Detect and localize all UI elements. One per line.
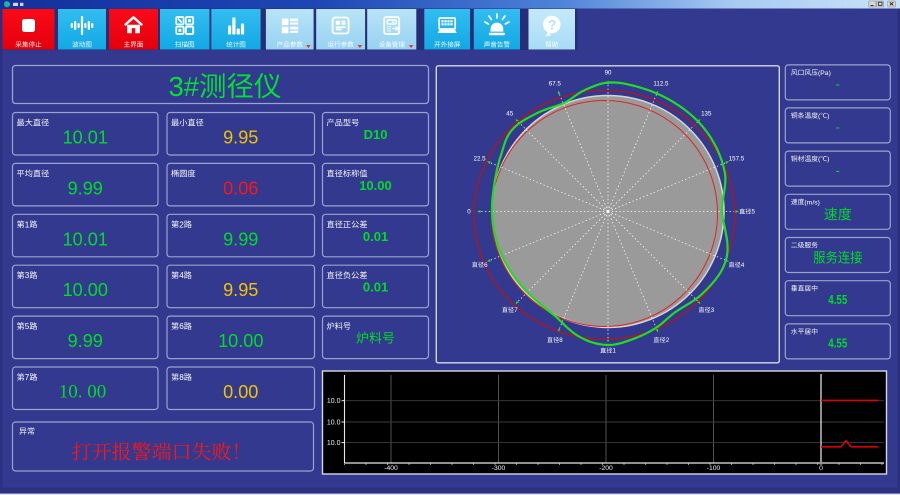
svg-text:-: - bbox=[836, 120, 840, 135]
svg-text:(Pa): (Pa) bbox=[818, 70, 831, 77]
svg-text:0.01: 0.01 bbox=[363, 280, 388, 295]
svg-text:9.99: 9.99 bbox=[68, 177, 103, 198]
svg-text:4.55: 4.55 bbox=[828, 337, 847, 350]
svg-text:157.5: 157.5 bbox=[729, 156, 745, 163]
svg-text:45: 45 bbox=[506, 110, 513, 117]
svg-text:6: 6 bbox=[179, 322, 184, 331]
svg-text:9.95: 9.95 bbox=[223, 126, 258, 147]
svg-text:-: - bbox=[836, 163, 840, 178]
svg-text:10. 00: 10. 00 bbox=[59, 382, 107, 403]
svg-text:-300: -300 bbox=[492, 465, 506, 472]
svg-text:3: 3 bbox=[711, 307, 715, 314]
svg-text:9.99: 9.99 bbox=[68, 330, 103, 351]
svg-text:10.00: 10.00 bbox=[63, 279, 108, 300]
svg-text:(m/s): (m/s) bbox=[804, 199, 819, 206]
svg-text:-200: -200 bbox=[599, 465, 613, 472]
svg-text:4: 4 bbox=[741, 262, 745, 269]
svg-text:22.5: 22.5 bbox=[474, 156, 487, 163]
svg-text:90: 90 bbox=[605, 70, 612, 77]
svg-text:112.5: 112.5 bbox=[653, 80, 669, 87]
svg-text:D10: D10 bbox=[364, 127, 388, 142]
svg-text:10.01: 10.01 bbox=[63, 126, 108, 147]
svg-text:1: 1 bbox=[25, 220, 30, 229]
svg-text:3: 3 bbox=[25, 271, 30, 280]
svg-text:8: 8 bbox=[179, 373, 184, 382]
svg-text:135: 135 bbox=[701, 110, 712, 117]
svg-text:10.00: 10.00 bbox=[218, 330, 263, 351]
svg-text:-400: -400 bbox=[384, 465, 398, 472]
svg-text:5: 5 bbox=[752, 209, 756, 216]
svg-text:9.99: 9.99 bbox=[223, 228, 258, 249]
svg-text:2: 2 bbox=[666, 337, 670, 344]
svg-text:10.0: 10.0 bbox=[327, 398, 341, 405]
svg-text:0.06: 0.06 bbox=[223, 177, 258, 198]
svg-text:?: ? bbox=[548, 16, 557, 32]
svg-text:-100: -100 bbox=[707, 465, 721, 472]
svg-text:10.0: 10.0 bbox=[327, 440, 341, 447]
svg-text:10.01: 10.01 bbox=[63, 228, 108, 249]
svg-text:10.00: 10.00 bbox=[359, 178, 392, 193]
svg-text:0.01: 0.01 bbox=[363, 229, 388, 244]
svg-text:6: 6 bbox=[484, 262, 488, 269]
svg-text:0: 0 bbox=[819, 465, 823, 472]
svg-text:0.00: 0.00 bbox=[223, 381, 258, 402]
svg-text:67.5: 67.5 bbox=[549, 80, 562, 87]
svg-text:7: 7 bbox=[514, 307, 518, 314]
svg-text:4: 4 bbox=[179, 271, 184, 280]
svg-text:0: 0 bbox=[467, 209, 471, 216]
svg-text:9.95: 9.95 bbox=[223, 279, 258, 300]
svg-text:): ) bbox=[827, 156, 829, 163]
svg-text:4.55: 4.55 bbox=[828, 294, 847, 307]
svg-text:1: 1 bbox=[613, 348, 617, 355]
svg-text:7: 7 bbox=[25, 373, 30, 382]
svg-text:3#: 3# bbox=[169, 71, 200, 102]
svg-text:-: - bbox=[836, 77, 840, 92]
svg-text:5: 5 bbox=[25, 322, 30, 331]
svg-text:10.0: 10.0 bbox=[327, 419, 341, 426]
svg-text:2: 2 bbox=[179, 220, 184, 229]
svg-text:8: 8 bbox=[559, 337, 563, 344]
svg-text:): ) bbox=[827, 113, 829, 120]
